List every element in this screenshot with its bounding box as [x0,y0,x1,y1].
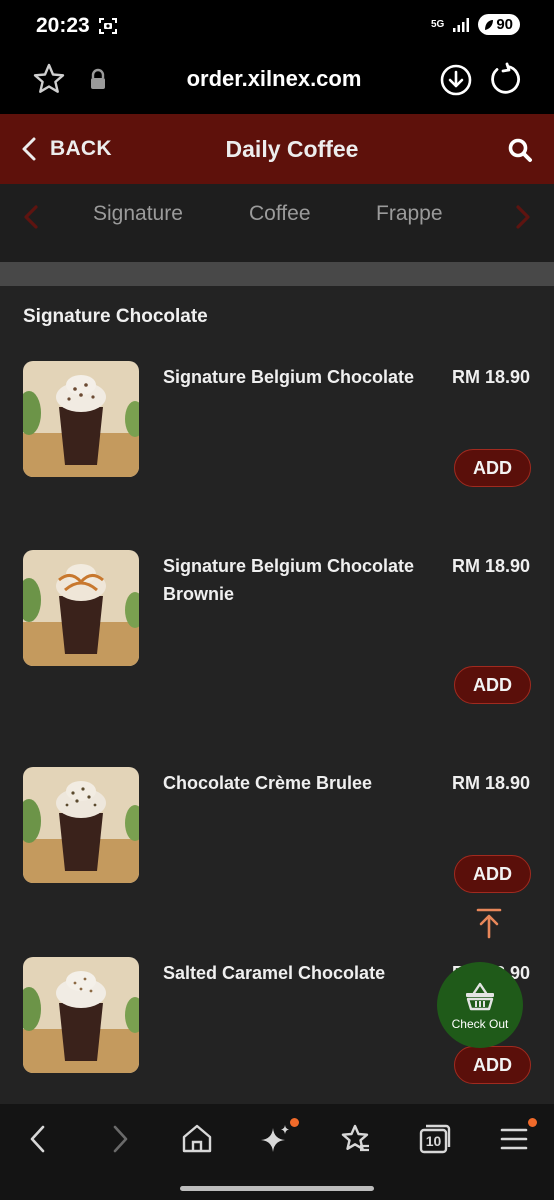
product-name[interactable]: Signature Belgium Chocolate Brownie [163,552,433,608]
network-label: 5G [430,18,445,30]
home-indicator[interactable] [180,1186,374,1191]
add-button[interactable]: ADD [454,855,531,893]
checkout-button[interactable]: Check Out [437,962,523,1048]
category-nav: Signature Coffee Frappe [0,184,554,262]
tab-coffee[interactable]: Coffee [249,202,311,226]
add-button[interactable]: ADD [454,449,531,487]
product-image[interactable] [23,550,139,666]
product-price: RM 18.90 [451,773,530,793]
browser-toolbar: order.xilnex.com [0,50,554,114]
favorites-icon[interactable] [338,1122,372,1156]
product-name[interactable]: Chocolate Crème Brulee [163,769,433,797]
notification-badge [290,1118,299,1127]
page-title: Daily Coffee [225,136,359,162]
forward-icon[interactable] [102,1122,136,1156]
search-icon[interactable] [507,137,533,163]
product-item: Signature Belgium Chocolate RM 18.90 ADD [0,361,554,561]
chevron-left-icon[interactable] [21,204,41,230]
product-image[interactable] [23,361,139,477]
leaf-icon [485,19,494,30]
basket-icon [466,982,494,1011]
home-icon[interactable] [180,1122,214,1156]
product-name[interactable]: Salted Caramel Chocolate [163,959,433,987]
notification-badge [528,1118,537,1127]
app-header: BACK Daily Coffee [0,114,554,184]
menu-icon[interactable] [497,1122,531,1156]
add-button[interactable]: ADD [454,666,531,704]
tab-signature[interactable]: Signature [93,202,183,226]
add-button[interactable]: ADD [454,1046,531,1084]
product-item: Chocolate Crème Brulee RM 18.90 ADD [0,767,554,967]
product-list: Signature Chocolate Signature Belgium Ch… [0,286,554,1104]
status-time: 20:23 [36,14,90,37]
tab-frappe[interactable]: Frappe [376,202,443,226]
back-icon[interactable] [22,1122,56,1156]
product-price: RM 18.90 [451,556,530,576]
tabs-count: 10 [425,1133,442,1149]
reload-icon[interactable] [488,62,522,96]
checkout-label: Check Out [451,1017,509,1031]
sparkle-icon[interactable] [259,1122,293,1156]
chevron-right-icon[interactable] [513,204,533,230]
product-item: Signature Belgium Chocolate Brownie RM 1… [0,550,554,750]
tabs-icon[interactable]: 10 [418,1122,452,1156]
signal-icon [453,17,470,32]
product-name[interactable]: Signature Belgium Chocolate [163,363,433,391]
divider [0,262,554,286]
status-bar: 20:23 5G 90 [0,0,554,50]
product-image[interactable] [23,767,139,883]
battery-level: 90 [496,16,513,33]
screenshot-icon [99,18,117,34]
battery-icon: 90 [478,14,520,35]
product-price: RM 18.90 [451,367,530,387]
download-icon[interactable] [439,63,473,97]
scroll-to-top-icon[interactable] [475,907,503,939]
section-title: Signature Chocolate [23,306,208,327]
product-image[interactable] [23,957,139,1073]
status-indicators: 5G 90 [431,14,520,35]
